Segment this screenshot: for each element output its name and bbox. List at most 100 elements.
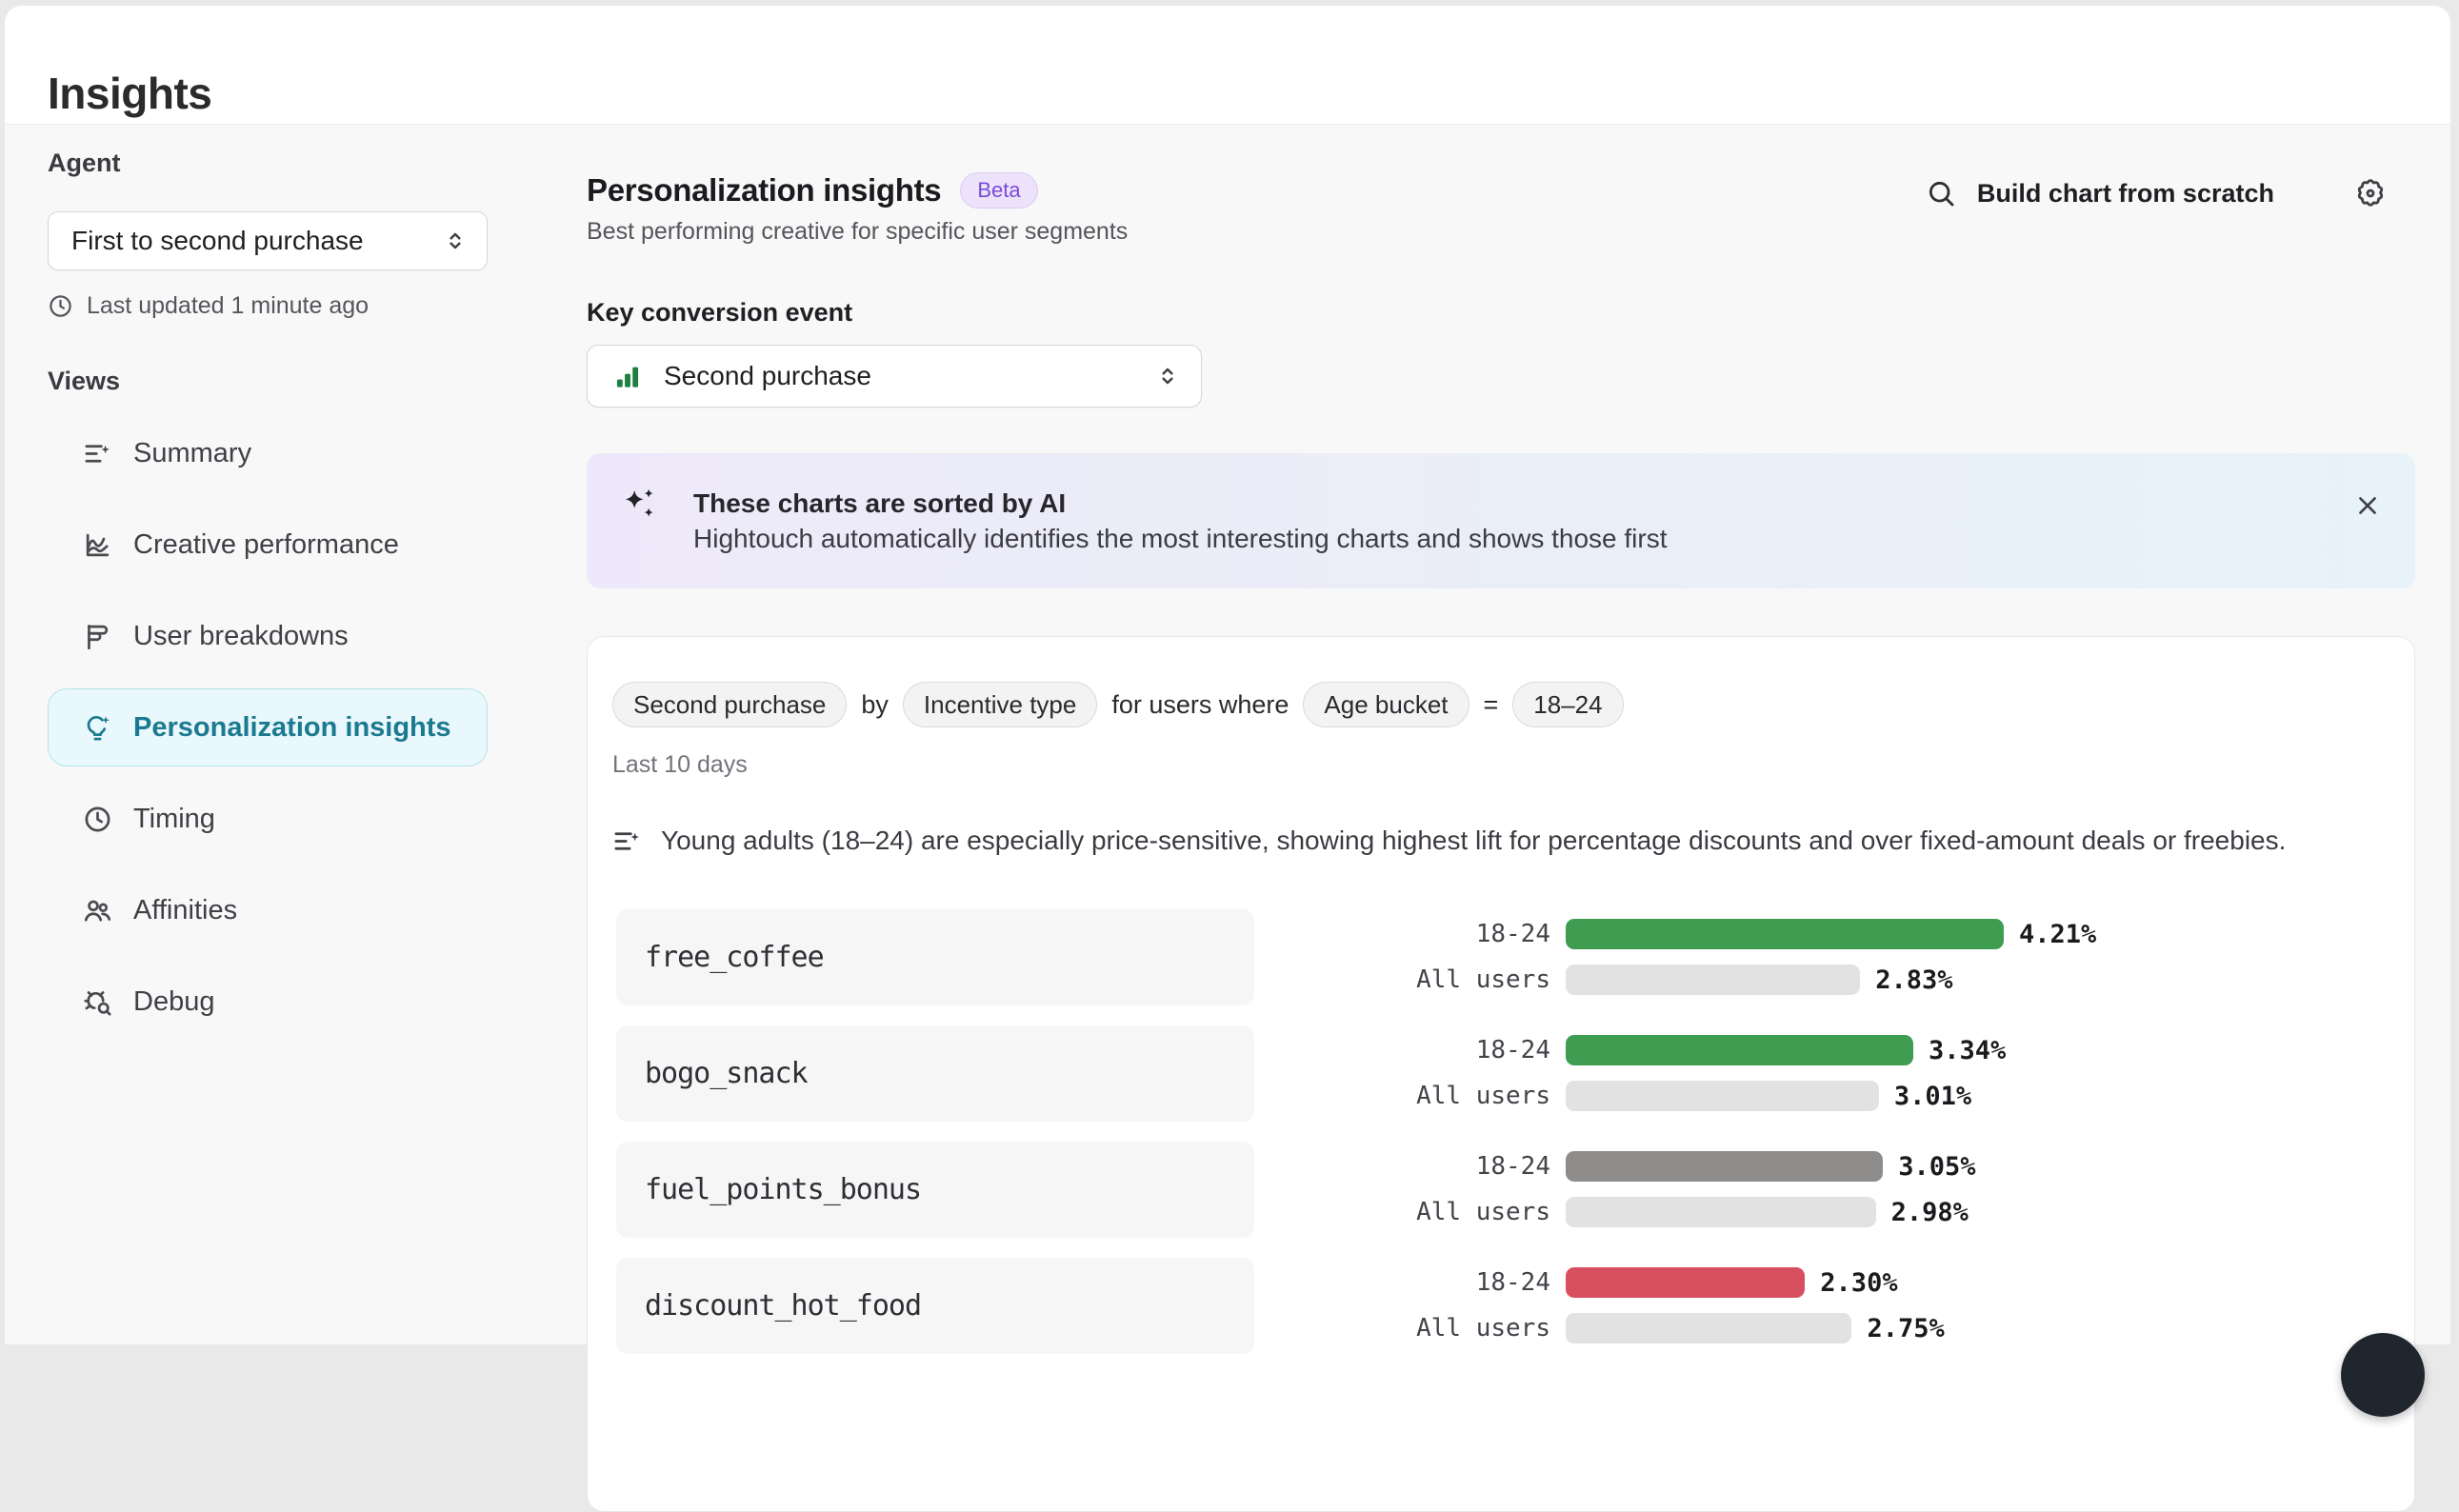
segment-bar-row: 18-24 2.30% (1389, 1260, 2379, 1305)
banner-subtitle: Hightouch automatically identifies the m… (693, 523, 1668, 555)
category-label-card: discount_hot_food (616, 1258, 1254, 1354)
beta-badge: Beta (960, 172, 1037, 209)
clock-icon (48, 293, 73, 319)
chevron-up-down-icon (443, 229, 468, 253)
agent-select[interactable]: First to second purchase (48, 211, 488, 270)
gear-icon[interactable] (2354, 177, 2387, 209)
views-nav: Summary Creative performance User breakd… (48, 414, 488, 1041)
header-controls: Build chart from scratch (1926, 177, 2387, 209)
sidebar-item-label: Debug (133, 986, 214, 1018)
dimension-chip[interactable]: Incentive type (903, 682, 1097, 727)
chart-row: bogo_snack 18-24 3.34% All users 3.01% (616, 1025, 2388, 1122)
baseline-bar-row: All users 2.83% (1389, 957, 2379, 1003)
lightbulb-sparkle-icon (83, 713, 112, 743)
line-chart-icon (83, 530, 112, 560)
segment-bar (1566, 1151, 1883, 1182)
baseline-bar-row: All users 2.98% (1389, 1189, 2379, 1235)
build-chart-button[interactable]: Build chart from scratch (1977, 179, 2274, 209)
series-tick-label: All users (1389, 1198, 1550, 1226)
sidebar: Agent First to second purchase Last upda… (48, 149, 488, 1041)
sidebar-item-affinities[interactable]: Affinities (48, 871, 488, 949)
bar-value: 2.75% (1867, 1314, 1944, 1343)
segment-bar-row: 18-24 3.34% (1389, 1027, 2379, 1073)
bar-group: 18-24 3.05% All users 2.98% (1389, 1144, 2379, 1235)
banner-title: These charts are sorted by AI (693, 487, 1066, 520)
baseline-bar (1566, 1081, 1879, 1111)
segment-bar-row: 18-24 3.05% (1389, 1144, 2379, 1189)
breakdown-flag-icon (83, 622, 112, 651)
metric-chip[interactable]: Second purchase (612, 682, 847, 727)
clock-icon (83, 805, 112, 834)
sidebar-item-label: User breakdowns (133, 621, 349, 652)
category-label: free_coffee (645, 941, 824, 974)
filter-value-chip[interactable]: 18–24 (1512, 682, 1623, 727)
bug-search-icon (83, 987, 112, 1017)
sidebar-item-label: Affinities (133, 895, 237, 926)
chevron-up-down-icon (1155, 364, 1180, 388)
bar-value: 2.83% (1875, 965, 1952, 995)
bar-group: 18-24 4.21% All users 2.83% (1389, 911, 2379, 1003)
users-icon (83, 896, 112, 925)
segment-bar (1566, 1035, 1913, 1065)
sidebar-item-label: Personalization insights (133, 712, 451, 744)
series-tick-label: 18-24 (1389, 1036, 1550, 1064)
series-tick-label: 18-24 (1389, 1152, 1550, 1181)
sidebar-item-user-breakdowns[interactable]: User breakdowns (48, 597, 488, 675)
bar-group: 18-24 2.30% All users 2.75% (1389, 1260, 2379, 1351)
last-updated-row: Last updated 1 minute ago (48, 291, 488, 320)
sidebar-item-label: Timing (133, 804, 215, 835)
bar-value: 2.30% (1820, 1268, 1897, 1298)
bar-group: 18-24 3.34% All users 3.01% (1389, 1027, 2379, 1119)
chart-row: free_coffee 18-24 4.21% All users 2.83% (616, 909, 2388, 1005)
last-updated-text: Last updated 1 minute ago (87, 291, 369, 320)
series-tick-label: All users (1389, 1314, 1550, 1343)
search-icon[interactable] (1926, 178, 1956, 209)
bar-value: 3.05% (1898, 1152, 1975, 1182)
insight-text: Young adults (18–24) are especially pric… (661, 824, 2286, 858)
page-title: Insights (48, 68, 211, 119)
bar-value: 4.21% (2019, 920, 2096, 949)
series-tick-label: 18-24 (1389, 920, 1550, 948)
section-title: Personalization insights (587, 172, 941, 209)
key-conversion-select[interactable]: Second purchase (587, 345, 1202, 408)
query-join-text: by (861, 690, 889, 720)
category-label: bogo_snack (645, 1057, 808, 1090)
baseline-bar (1566, 1197, 1876, 1227)
series-tick-label: 18-24 (1389, 1268, 1550, 1297)
query-builder-row: Second purchase by Incentive type for us… (612, 682, 1624, 727)
category-label-card: fuel_points_bonus (616, 1142, 1254, 1238)
close-icon[interactable] (2354, 492, 2381, 519)
query-join-text: for users where (1111, 690, 1289, 720)
chart-row: fuel_points_bonus 18-24 3.05% All users … (616, 1142, 2388, 1238)
filter-field-chip[interactable]: Age bucket (1303, 682, 1469, 727)
sidebar-item-timing[interactable]: Timing (48, 780, 488, 858)
key-conversion-label: Key conversion event (587, 297, 852, 328)
sidebar-item-summary[interactable]: Summary (48, 414, 488, 492)
key-conversion-value: Second purchase (664, 361, 1132, 391)
main-content: Personalization insights Beta Build char… (587, 0, 2415, 1344)
segment-bar (1566, 919, 2004, 949)
baseline-bar (1566, 1313, 1851, 1343)
segment-bar-row: 18-24 4.21% (1389, 911, 2379, 957)
sidebar-item-personalization-insights[interactable]: Personalization insights (48, 688, 488, 766)
ai-sort-banner: These charts are sorted by AI Hightouch … (587, 453, 2415, 588)
views-section-label: Views (48, 367, 488, 395)
sidebar-item-creative-performance[interactable]: Creative performance (48, 506, 488, 584)
bar-value: 3.34% (1929, 1036, 2006, 1065)
sidebar-item-label: Summary (133, 438, 251, 469)
sparkles-icon (621, 486, 659, 524)
series-tick-label: All users (1389, 965, 1550, 994)
sidebar-item-debug[interactable]: Debug (48, 963, 488, 1041)
category-label: discount_hot_food (645, 1289, 921, 1323)
segment-bar (1566, 1267, 1805, 1298)
chart-card: Second purchase by Incentive type for us… (587, 636, 2415, 1512)
main-title-row: Personalization insights Beta (587, 172, 1038, 209)
chart-row: discount_hot_food 18-24 2.30% All users … (616, 1258, 2388, 1354)
chat-launcher-button[interactable] (2341, 1333, 2425, 1417)
timeframe-label: Last 10 days (612, 751, 748, 779)
sidebar-item-label: Creative performance (133, 529, 399, 561)
bar-value: 2.98% (1891, 1198, 1969, 1227)
category-label-card: bogo_snack (616, 1025, 1254, 1122)
list-sparkle-icon (612, 826, 642, 856)
agent-select-value: First to second purchase (71, 226, 443, 256)
